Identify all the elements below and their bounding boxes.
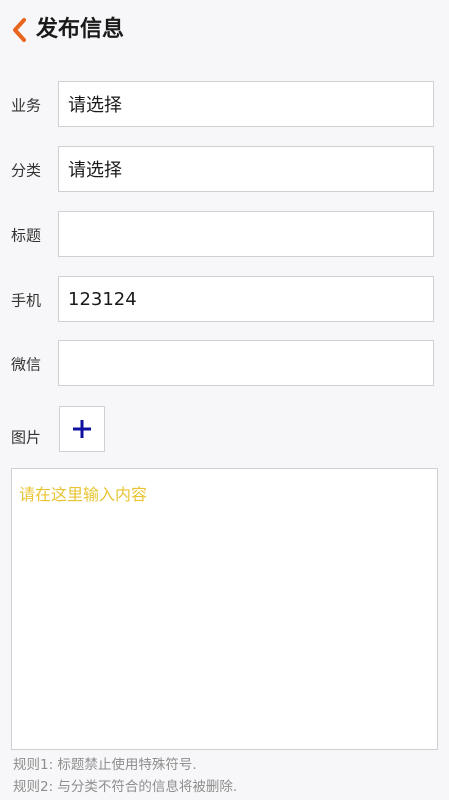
content-placeholder: 请在这里输入内容 xyxy=(19,485,148,504)
rule-item: 规则2: 与分类不符合的信息将被删除. xyxy=(13,779,238,795)
phone-row: 手机 123124 xyxy=(0,276,449,324)
category-row: 分类 请选择 xyxy=(0,146,449,194)
chevron-left-icon xyxy=(13,18,26,42)
category-select[interactable]: 请选择 xyxy=(58,146,434,192)
phone-label: 手机 xyxy=(11,291,42,310)
plus-icon xyxy=(73,420,91,438)
title-input[interactable] xyxy=(58,211,434,257)
header-bar: 发布信息 xyxy=(0,0,449,62)
title-row: 标题 xyxy=(0,211,449,259)
rule-item: 规则1: 标题禁止使用特殊符号. xyxy=(13,757,197,773)
wechat-label: 微信 xyxy=(11,355,42,374)
images-label: 图片 xyxy=(11,428,42,447)
wechat-input[interactable] xyxy=(58,340,434,386)
business-row: 业务 请选择 xyxy=(0,81,449,129)
title-label: 标题 xyxy=(11,226,42,245)
page-title: 发布信息 xyxy=(36,17,125,42)
content-textarea[interactable]: 请在这里输入内容 xyxy=(11,468,438,750)
images-row: 图片 xyxy=(0,406,449,454)
business-label: 业务 xyxy=(11,96,42,115)
rules-list: 规则1: 标题禁止使用特殊符号. 规则2: 与分类不符合的信息将被删除. xyxy=(13,754,237,798)
category-label: 分类 xyxy=(11,161,42,180)
back-button[interactable] xyxy=(6,14,32,46)
add-image-button[interactable] xyxy=(59,406,105,452)
business-select[interactable]: 请选择 xyxy=(58,81,434,127)
phone-input[interactable]: 123124 xyxy=(58,276,434,322)
wechat-row: 微信 xyxy=(0,340,449,388)
